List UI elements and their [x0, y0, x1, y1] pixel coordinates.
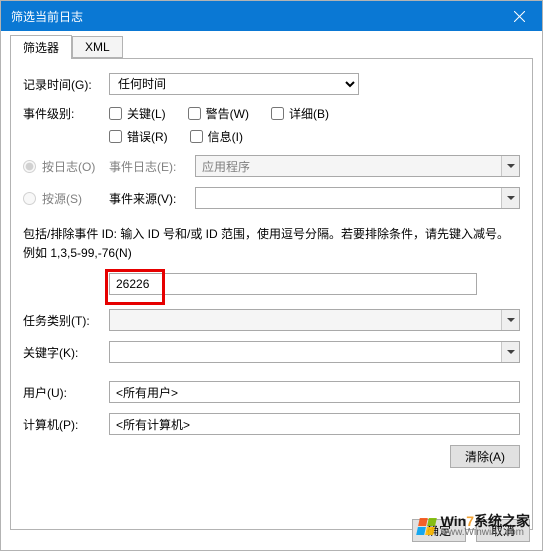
task-category-dropdown-button[interactable] — [501, 310, 519, 330]
tab-panel: 记录时间(G): 任何时间 事件级别: 关键(L) 警告(W) 详细(B) 错误… — [10, 58, 533, 530]
check-critical-box[interactable] — [109, 107, 122, 120]
tab-xml[interactable]: XML — [72, 36, 123, 58]
row-by-source: 按源(S) 事件来源(V): — [23, 187, 520, 209]
row-by-log: 按日志(O) 事件日志(E): 应用程序 — [23, 155, 520, 177]
row-event-level-1: 事件级别: 关键(L) 警告(W) 详细(B) — [23, 105, 520, 122]
event-id-description: 包括/排除事件 ID: 输入 ID 号和/或 ID 范围，使用逗号分隔。若要排除… — [23, 225, 520, 263]
task-category-combo[interactable] — [109, 309, 520, 331]
computer-input[interactable] — [109, 413, 520, 435]
log-time-select[interactable]: 任何时间 — [109, 73, 359, 95]
check-warning[interactable]: 警告(W) — [188, 105, 249, 122]
radio-by-source-input[interactable] — [23, 192, 36, 205]
chevron-down-icon — [507, 196, 515, 200]
event-log-combo[interactable]: 应用程序 — [195, 155, 520, 177]
check-verbose[interactable]: 详细(B) — [271, 105, 329, 122]
event-level-checks-1: 关键(L) 警告(W) 详细(B) — [109, 105, 329, 122]
event-id-input[interactable] — [109, 273, 477, 295]
chevron-down-icon — [507, 318, 515, 322]
keywords-dropdown-button[interactable] — [501, 342, 519, 362]
label-user: 用户(U): — [23, 384, 109, 401]
row-log-time: 记录时间(G): 任何时间 — [23, 73, 520, 95]
label-event-source: 事件来源(V): — [109, 190, 195, 207]
label-event-log: 事件日志(E): — [109, 158, 195, 175]
user-input[interactable] — [109, 381, 520, 403]
close-icon — [514, 11, 525, 22]
tab-filter[interactable]: 筛选器 — [10, 35, 72, 59]
event-log-dropdown-button[interactable] — [501, 156, 519, 176]
label-computer: 计算机(P): — [23, 416, 109, 433]
clear-row: 清除(A) — [23, 445, 520, 468]
ok-button[interactable]: 确定 — [412, 519, 466, 542]
chevron-down-icon — [507, 164, 515, 168]
check-warning-box[interactable] — [188, 107, 201, 120]
event-log-value: 应用程序 — [196, 158, 256, 175]
event-source-combo[interactable] — [195, 187, 520, 209]
label-keywords: 关键字(K): — [23, 344, 109, 361]
keywords-combo[interactable] — [109, 341, 520, 363]
event-id-field-wrap — [109, 273, 520, 295]
check-info-box[interactable] — [190, 130, 203, 143]
window-title: 筛选当前日志 — [11, 8, 83, 25]
check-error-box[interactable] — [109, 130, 122, 143]
label-log-time: 记录时间(G): — [23, 76, 109, 93]
row-computer: 计算机(P): — [23, 413, 520, 435]
dialog-body: 筛选器 XML 记录时间(G): 任何时间 事件级别: 关键(L) 警告(W) … — [1, 31, 542, 530]
check-critical[interactable]: 关键(L) — [109, 105, 166, 122]
row-user: 用户(U): — [23, 381, 520, 403]
chevron-down-icon — [507, 350, 515, 354]
radio-by-source[interactable]: 按源(S) — [23, 190, 109, 207]
clear-button[interactable]: 清除(A) — [450, 445, 520, 468]
event-level-checks-2: 错误(R) 信息(I) — [109, 128, 243, 145]
dialog-footer: 确定 取消 — [412, 519, 530, 542]
radio-by-log-input[interactable] — [23, 160, 36, 173]
tab-strip: 筛选器 XML — [10, 36, 533, 58]
check-verbose-box[interactable] — [271, 107, 284, 120]
event-source-dropdown-button[interactable] — [501, 188, 519, 208]
title-bar: 筛选当前日志 — [1, 1, 542, 31]
label-event-level: 事件级别: — [23, 105, 109, 122]
dialog-window: 筛选当前日志 筛选器 XML 记录时间(G): 任何时间 事件级别: 关键(L)… — [0, 0, 543, 551]
check-info[interactable]: 信息(I) — [190, 128, 243, 145]
radio-by-log[interactable]: 按日志(O) — [23, 158, 109, 175]
check-error[interactable]: 错误(R) — [109, 128, 168, 145]
row-keywords: 关键字(K): — [23, 341, 520, 363]
cancel-button[interactable]: 取消 — [476, 519, 530, 542]
row-task-category: 任务类别(T): — [23, 309, 520, 331]
label-task-category: 任务类别(T): — [23, 312, 109, 329]
row-event-level-2: 错误(R) 信息(I) — [23, 128, 520, 145]
close-button[interactable] — [497, 1, 542, 31]
